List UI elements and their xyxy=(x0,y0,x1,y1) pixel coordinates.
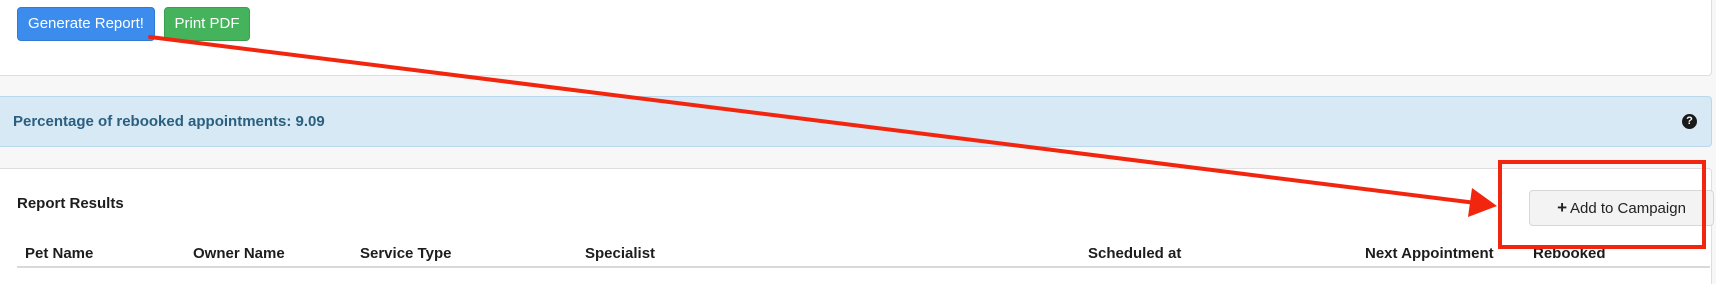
rebooked-percentage-text: Percentage of rebooked appointments: 9.0… xyxy=(13,113,325,130)
results-table-header: Pet Name Owner Name Service Type Special… xyxy=(17,241,1710,268)
column-header-owner-name[interactable]: Owner Name xyxy=(193,245,285,262)
column-header-service-type[interactable]: Service Type xyxy=(360,245,451,262)
add-to-campaign-button[interactable]: + Add to Campaign xyxy=(1529,190,1714,226)
column-header-next-appointment[interactable]: Next Appointment xyxy=(1365,245,1494,262)
report-actions-panel: Generate Report! Print PDF xyxy=(0,0,1712,76)
rebooked-percentage-alert: Percentage of rebooked appointments: 9.0… xyxy=(0,96,1712,147)
column-header-specialist[interactable]: Specialist xyxy=(585,245,655,262)
report-results-title: Report Results xyxy=(17,195,124,212)
report-page: Generate Report! Print PDF Percentage of… xyxy=(0,0,1716,284)
add-to-campaign-label: Add to Campaign xyxy=(1570,200,1686,217)
print-pdf-button[interactable]: Print PDF xyxy=(164,7,250,41)
column-header-pet-name[interactable]: Pet Name xyxy=(25,245,93,262)
generate-report-button[interactable]: Generate Report! xyxy=(17,7,155,41)
question-circle-icon[interactable]: ? xyxy=(1682,114,1697,129)
report-results-panel: Report Results + Add to Campaign Pet Name… xyxy=(0,168,1714,284)
plus-icon: + xyxy=(1557,198,1568,217)
column-header-rebooked[interactable]: Rebooked xyxy=(1533,245,1606,262)
column-header-scheduled-at[interactable]: Scheduled at xyxy=(1088,245,1181,262)
